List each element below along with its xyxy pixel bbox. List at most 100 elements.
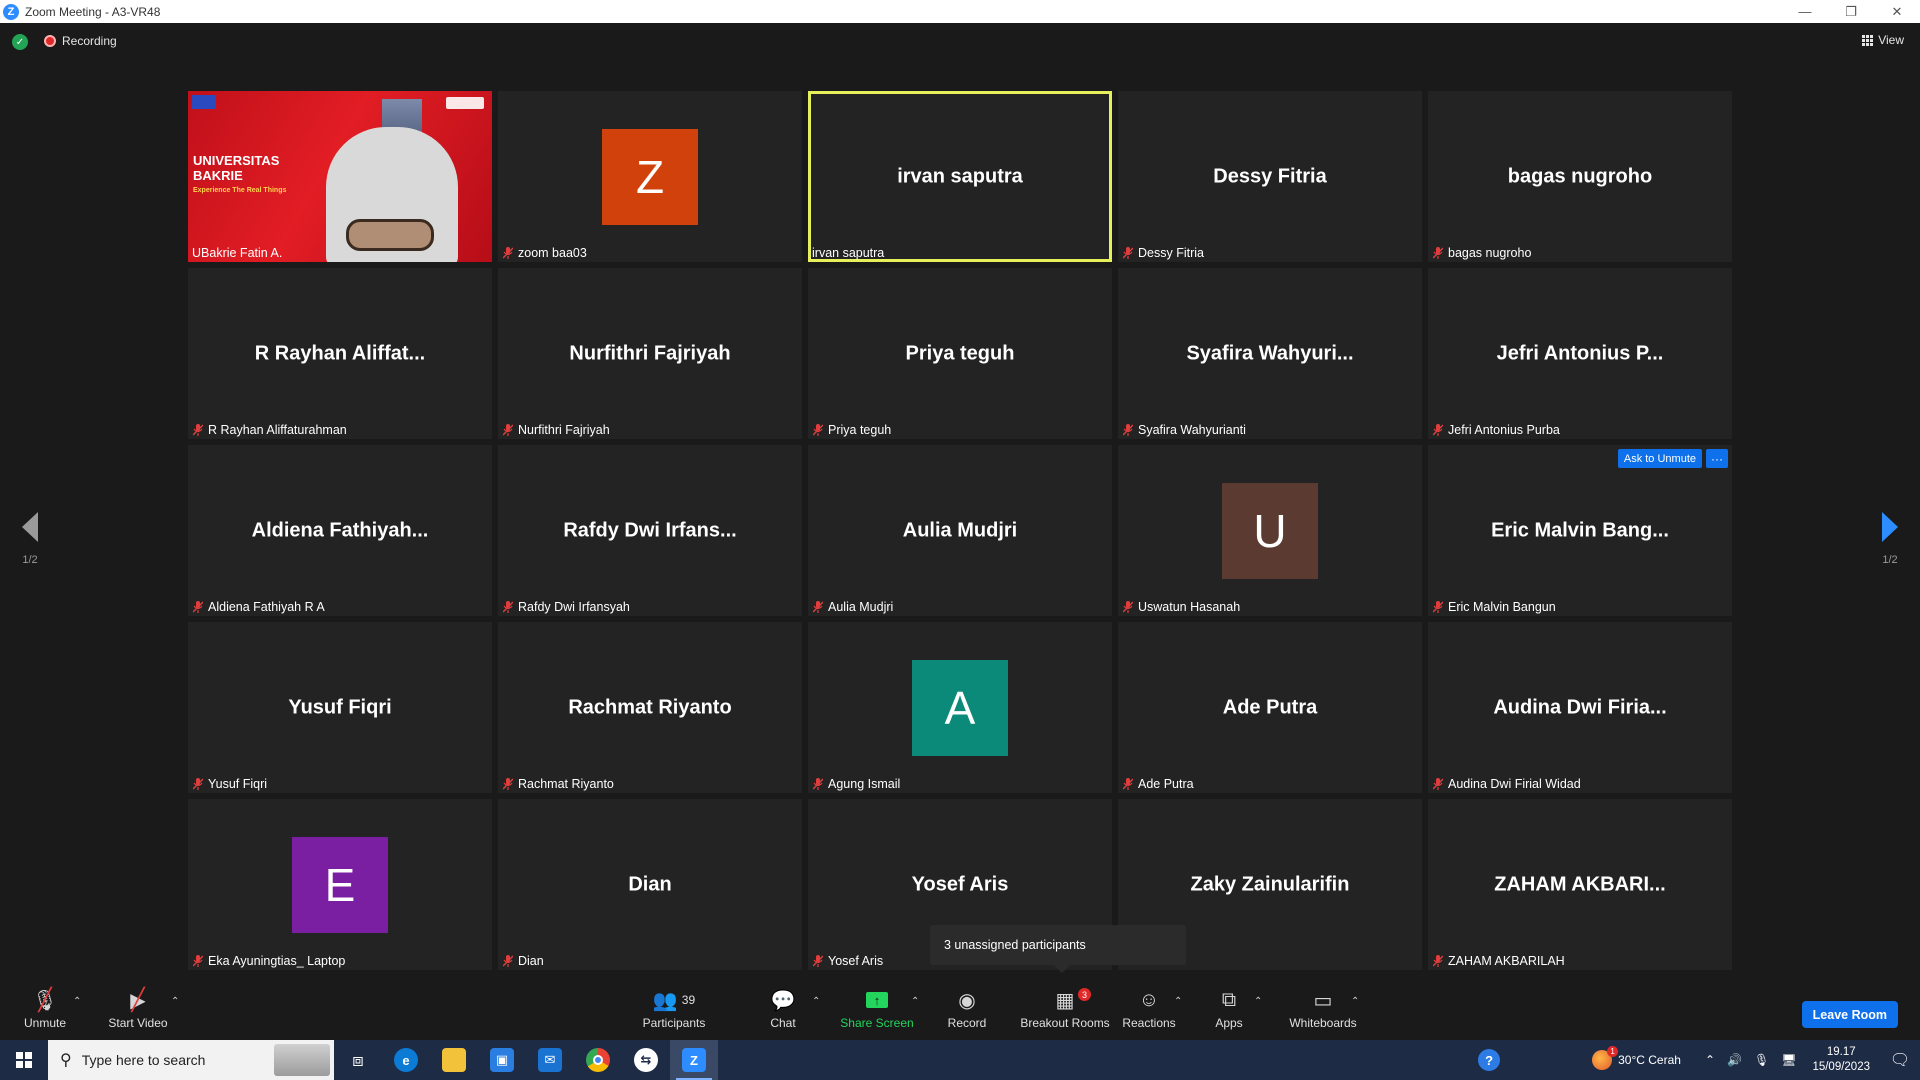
participant-tile[interactable]: Aulia Mudjri Aulia Mudjri: [808, 445, 1112, 616]
muted-microphone-icon: [502, 601, 514, 613]
muted-microphone-icon: [502, 247, 514, 259]
share-screen-button[interactable]: ↑ Share Screen: [832, 988, 922, 1030]
view-button[interactable]: View: [1862, 33, 1904, 47]
arrow-left-icon: [22, 512, 38, 542]
reactions-button[interactable]: ☺ Reactions: [1104, 988, 1194, 1031]
apps-options-caret-icon[interactable]: ⌃: [1254, 996, 1262, 1007]
volume-button[interactable]: 🔊: [1721, 1053, 1748, 1067]
participant-tile[interactable]: Zzoom baa03: [498, 91, 802, 262]
tray-chevron-button[interactable]: ⌃: [1699, 1053, 1721, 1067]
participant-tile[interactable]: Rachmat Riyanto Rachmat Riyanto: [498, 622, 802, 793]
start-button[interactable]: [0, 1040, 48, 1080]
apps-button[interactable]: ⧉ Apps: [1184, 988, 1274, 1031]
restore-button[interactable]: ❐: [1828, 0, 1874, 23]
muted-microphone-icon: [1122, 778, 1134, 790]
help-button[interactable]: ?: [1472, 1049, 1506, 1071]
reactions-options-caret-icon[interactable]: ⌃: [1174, 996, 1182, 1007]
mail-icon: ✉: [538, 1048, 562, 1072]
participant-tile[interactable]: Syafira Wahyuri... Syafira Wahyurianti: [1118, 268, 1422, 439]
record-label: Record: [947, 1016, 987, 1030]
participants-button[interactable]: 👥 39 Participants: [629, 988, 719, 1031]
participant-tile[interactable]: Jefri Antonius P... Jefri Antonius Purba: [1428, 268, 1732, 439]
participant-display-name: Syafira Wahyuri...: [1186, 342, 1354, 364]
chrome-app[interactable]: [574, 1040, 622, 1080]
participant-tile[interactable]: Aldiena Fathiyah... Aldiena Fathiyah R A: [188, 445, 492, 616]
more-options-button[interactable]: ···: [1706, 449, 1728, 468]
participant-tile[interactable]: Rafdy Dwi Irfans... Rafdy Dwi Irfansyah: [498, 445, 802, 616]
taskbar-search[interactable]: ⚲ Type here to search: [48, 1040, 334, 1080]
window-title: Zoom Meeting - A3-VR48: [25, 4, 161, 19]
muted-microphone-icon: [502, 955, 514, 967]
participant-tile[interactable]: R Rayhan Aliffat... R Rayhan Aliffaturahm…: [188, 268, 492, 439]
next-page-button[interactable]: 1/2: [1870, 512, 1910, 566]
participant-tile[interactable]: UNIVERSITAS BAKRIE Experience The Real Thi…: [188, 91, 492, 262]
previous-page-button[interactable]: 1/2: [10, 512, 50, 566]
participant-tile[interactable]: E Eka Ayuningtias_ Laptop: [188, 799, 492, 970]
participant-name-text: Priya teguh: [828, 423, 892, 437]
system-tray: ? 1 30°C Cerah ⌃ 🔊 🎙 🖥 19.17 15/09/2023 …: [1472, 1040, 1920, 1080]
edge-app[interactable]: e: [382, 1040, 430, 1080]
participant-tile[interactable]: A Agung Ismail: [808, 622, 1112, 793]
participant-tile[interactable]: U Uswatun Hasanah: [1118, 445, 1422, 616]
video-options-caret-icon[interactable]: ⌃: [171, 996, 179, 1007]
weather-widget[interactable]: 1 30°C Cerah: [1586, 1046, 1687, 1070]
participant-name-label: Uswatun Hasanah: [1122, 600, 1240, 614]
participant-tile[interactable]: Audina Dwi Firia... Audina Dwi Firial Wid…: [1428, 622, 1732, 793]
participant-display-name: Zaky Zainularifin: [1190, 873, 1350, 895]
zoom-app[interactable]: Z: [670, 1040, 718, 1080]
encryption-shield-icon[interactable]: ✓: [12, 34, 28, 50]
muted-microphone-icon: [812, 424, 824, 436]
close-button[interactable]: ✕: [1874, 0, 1920, 23]
remote-app[interactable]: ⇆: [622, 1040, 670, 1080]
task-view-button[interactable]: ⧈: [334, 1040, 382, 1080]
store-app[interactable]: ▣: [478, 1040, 526, 1080]
mail-app[interactable]: ✉: [526, 1040, 574, 1080]
participant-tile[interactable]: bagas nugroho bagas nugroho: [1428, 91, 1732, 262]
participant-tile[interactable]: Dessy Fitria Dessy Fitria: [1118, 91, 1422, 262]
participant-tile[interactable]: Dian Dian: [498, 799, 802, 970]
participant-tile[interactable]: ZAHAM AKBARI... ZAHAM AKBARILAH: [1428, 799, 1732, 970]
ask-to-unmute-button[interactable]: Ask to Unmute: [1617, 449, 1702, 468]
mic-button[interactable]: 🎙: [1748, 1053, 1775, 1067]
participant-tile[interactable]: Yusuf Fiqri Yusuf Fiqri: [188, 622, 492, 793]
unmute-button[interactable]: 🎙 ╱ Unmute: [0, 987, 90, 1030]
participant-display-name: Aulia Mudjri: [902, 519, 1018, 541]
audio-options-caret-icon[interactable]: ⌃: [73, 996, 81, 1007]
participant-display-name: irvan saputra: [897, 165, 1023, 187]
leave-room-button[interactable]: Leave Room: [1801, 1001, 1898, 1028]
record-button[interactable]: ◉ Record: [922, 988, 1012, 1031]
taskbar-clock[interactable]: 19.17 15/09/2023: [1802, 1045, 1880, 1075]
participant-name-text: Rachmat Riyanto: [518, 777, 614, 791]
file-explorer-app[interactable]: [430, 1040, 478, 1080]
participant-display-name: bagas nugroho: [1507, 165, 1653, 187]
share-options-caret-icon[interactable]: ⌃: [911, 996, 919, 1007]
muted-microphone-icon: [1122, 247, 1134, 259]
whiteboards-button[interactable]: ▭ Whiteboards: [1273, 988, 1373, 1031]
breakout-rooms-button[interactable]: ▦ 3 Breakout Rooms: [1013, 988, 1117, 1030]
participant-tile[interactable]: irvan saputra irvan saputra: [808, 91, 1112, 262]
apps-label: Apps: [1215, 1016, 1243, 1030]
muted-microphone-icon: [1432, 955, 1444, 967]
recording-indicator[interactable]: Recording: [44, 34, 117, 48]
participant-name-label: Rachmat Riyanto: [502, 777, 614, 791]
participant-tile[interactable]: Priya teguh Priya teguh: [808, 268, 1112, 439]
page-indicator-left: 1/2: [22, 554, 38, 566]
minimize-button[interactable]: —: [1782, 0, 1828, 23]
participant-name-label: UBakrie Fatin A.: [192, 246, 282, 260]
participant-name-label: Audina Dwi Firial Widad: [1432, 777, 1581, 791]
network-button[interactable]: 🖥: [1775, 1053, 1802, 1067]
participant-tile[interactable]: Nurfithri Fajriyah Nurfithri Fajriyah: [498, 268, 802, 439]
whiteboards-options-caret-icon[interactable]: ⌃: [1351, 996, 1359, 1007]
chat-button[interactable]: 💬 Chat: [738, 988, 828, 1031]
meeting-toolbar: 🎙 ╱ Unmute ⌃ ▶ ╱ Start Video ⌃ 👥 39 Partici…: [0, 978, 1920, 1040]
notifications-button[interactable]: 🗨: [1880, 1040, 1920, 1080]
participant-tile[interactable]: Ade Putra Ade Putra: [1118, 622, 1422, 793]
chat-label: Chat: [770, 1016, 796, 1030]
chat-options-caret-icon[interactable]: ⌃: [812, 996, 820, 1007]
participant-name-text: Dian: [518, 954, 544, 968]
start-video-label: Start Video: [108, 1016, 168, 1030]
edge-icon: e: [394, 1048, 418, 1072]
participant-tile[interactable]: Eric Malvin Bang... Eric Malvin Bangun Ask…: [1428, 445, 1732, 616]
participant-name-text: UBakrie Fatin A.: [192, 246, 283, 260]
start-video-button[interactable]: ▶ ╱ Start Video: [93, 987, 183, 1030]
